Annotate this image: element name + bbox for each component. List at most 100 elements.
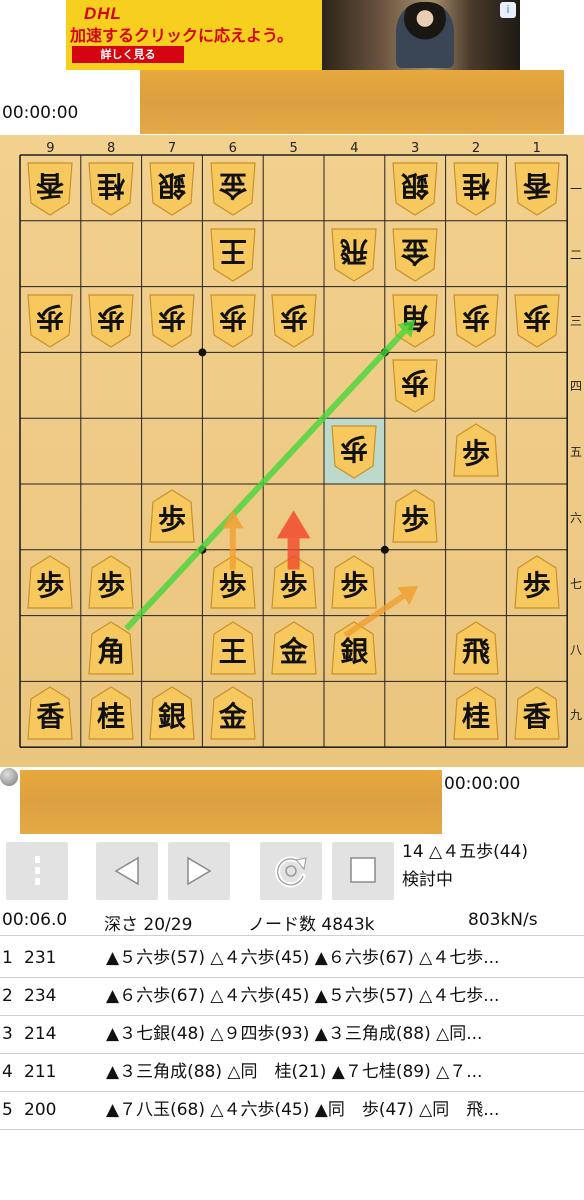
pv-rank: 4 xyxy=(2,1062,13,1082)
back-button[interactable] xyxy=(96,842,158,900)
sente-piece[interactable]: 歩 xyxy=(85,554,137,612)
gote-piece[interactable]: 歩 xyxy=(389,356,441,414)
elapsed-time: 00:06.0 xyxy=(2,910,68,930)
gote-piece[interactable]: 銀 xyxy=(146,159,198,217)
gote-piece[interactable]: 歩 xyxy=(450,291,502,349)
gote-piece[interactable]: 歩 xyxy=(207,291,259,349)
gote-piece[interactable]: 金 xyxy=(207,159,259,217)
star-point xyxy=(198,545,207,554)
sente-piece[interactable]: 香 xyxy=(511,685,563,743)
turn-indicator-icon xyxy=(0,768,18,786)
sente-piece[interactable]: 歩 xyxy=(328,554,380,612)
gote-piece[interactable]: 銀 xyxy=(389,159,441,217)
sente-piece[interactable]: 金 xyxy=(207,685,259,743)
move-info: 14 △４五歩(44) 検討中 xyxy=(402,838,528,894)
gote-piece[interactable]: 飛 xyxy=(328,225,380,283)
pv-score: 234 xyxy=(24,986,57,1006)
sente-piece[interactable]: 歩 xyxy=(207,554,259,612)
piece-label: 香 xyxy=(522,700,551,734)
star-point xyxy=(380,545,389,554)
pv-row[interactable]: 4 211 ▲３三角成(88) △同 桂(21) ▲７七桂(89) △７... xyxy=(0,1054,584,1092)
pv-row[interactable]: 5 200 ▲７八玉(68) △４六歩(45) ▲同 歩(47) △同 飛... xyxy=(0,1092,584,1130)
piece-label: 香 xyxy=(522,168,551,202)
pv-score: 231 xyxy=(24,948,57,968)
pv-line: ▲５六歩(57) △４六歩(45) ▲６六歩(67) △４七歩... xyxy=(106,948,500,968)
piece-label: 桂 xyxy=(461,700,490,734)
gote-timer: 00:00:00 xyxy=(2,103,79,123)
shogi-board[interactable]: 987654321 一二三四五六七八九 香桂銀金銀桂香王飛金歩歩歩歩歩角歩歩歩歩… xyxy=(0,135,584,767)
piece-label: 銀 xyxy=(340,634,369,668)
gote-piece[interactable]: 歩 xyxy=(24,291,76,349)
node-count: ノード数 4843k xyxy=(248,915,375,935)
sente-piece[interactable]: 歩 xyxy=(511,554,563,612)
ad-headline: 加速するクリックに応えよう。 xyxy=(70,26,294,45)
sente-piece[interactable]: 角 xyxy=(85,620,137,678)
gote-piece[interactable]: 王 xyxy=(207,225,259,283)
gote-piece[interactable]: 金 xyxy=(389,225,441,283)
piece-label: 歩 xyxy=(97,300,126,334)
gote-piece[interactable]: 歩 xyxy=(268,291,320,349)
piece-label: 王 xyxy=(218,234,247,268)
analysis-refresh-icon xyxy=(275,856,307,888)
piece-label: 歩 xyxy=(340,568,369,602)
piece-label: 歩 xyxy=(36,568,65,602)
forward-triangle-icon xyxy=(187,856,212,886)
sente-piece[interactable]: 桂 xyxy=(450,685,502,743)
gote-piece[interactable]: 歩 xyxy=(85,291,137,349)
sente-piece[interactable]: 歩 xyxy=(268,554,320,612)
sente-piece[interactable]: 香 xyxy=(24,685,76,743)
gote-piece[interactable]: 角 xyxy=(389,291,441,349)
sente-piece[interactable]: 飛 xyxy=(450,620,502,678)
gote-piece-stand[interactable] xyxy=(140,70,564,134)
stop-square-icon xyxy=(350,857,376,883)
gote-piece[interactable]: 香 xyxy=(24,159,76,217)
piece-label: 歩 xyxy=(401,366,430,400)
piece-label: 歩 xyxy=(36,300,65,334)
pv-row[interactable]: 2 234 ▲６六歩(67) △４六歩(45) ▲５六歩(57) △４七歩... xyxy=(0,978,584,1016)
pv-line: ▲３三角成(88) △同 桂(21) ▲７七桂(89) △７... xyxy=(106,1062,483,1082)
piece-label: 歩 xyxy=(522,300,551,334)
gote-piece[interactable]: 歩 xyxy=(146,291,198,349)
piece-label: 王 xyxy=(218,634,247,668)
piece-label: 銀 xyxy=(157,700,186,734)
star-point xyxy=(198,348,207,357)
piece-label: 飛 xyxy=(340,234,369,268)
pv-row[interactable]: 3 214 ▲３七銀(48) △９四歩(93) ▲３三角成(88) △同... xyxy=(0,1016,584,1054)
gote-piece[interactable]: 香 xyxy=(511,159,563,217)
forward-button[interactable] xyxy=(168,842,230,900)
gote-piece[interactable]: 歩 xyxy=(328,422,380,480)
sente-piece-stand[interactable] xyxy=(20,770,442,834)
sente-piece[interactable]: 金 xyxy=(268,620,320,678)
stop-button[interactable] xyxy=(332,842,394,900)
pv-rank: 3 xyxy=(2,1024,13,1044)
pv-line: ▲６六歩(67) △４六歩(45) ▲５六歩(57) △４七歩... xyxy=(106,986,500,1006)
sente-piece[interactable]: 歩 xyxy=(146,488,198,546)
gote-piece[interactable]: 桂 xyxy=(85,159,137,217)
analyze-button[interactable] xyxy=(260,842,322,900)
pv-row[interactable]: 1 231 ▲５六歩(57) △４六歩(45) ▲６六歩(67) △４七歩... xyxy=(0,940,584,978)
ad-person-image xyxy=(396,2,454,68)
info-icon[interactable]: i xyxy=(500,2,516,18)
piece-label: 桂 xyxy=(97,700,126,734)
piece-label: 金 xyxy=(218,700,247,734)
piece-label: 金 xyxy=(279,634,308,668)
pv-rank: 5 xyxy=(2,1100,13,1120)
piece-label: 歩 xyxy=(522,568,551,602)
sente-piece[interactable]: 歩 xyxy=(24,554,76,612)
sente-piece[interactable]: 桂 xyxy=(85,685,137,743)
sente-piece[interactable]: 王 xyxy=(207,620,259,678)
menu-button[interactable] xyxy=(6,842,68,900)
sente-piece[interactable]: 歩 xyxy=(450,422,502,480)
ad-details-button[interactable]: 詳しく見る xyxy=(72,46,184,63)
ad-logo: DHL xyxy=(84,4,122,23)
piece-label: 歩 xyxy=(461,437,490,471)
menu-icon xyxy=(35,856,40,885)
pv-line: ▲７八玉(68) △４六歩(45) ▲同 歩(47) △同 飛... xyxy=(106,1100,500,1120)
ad-banner[interactable]: DHL 加速するクリックに応えよう。 詳しく見る i xyxy=(66,0,520,70)
gote-piece[interactable]: 歩 xyxy=(511,291,563,349)
gote-piece[interactable]: 桂 xyxy=(450,159,502,217)
piece-label: 飛 xyxy=(461,634,490,668)
sente-piece[interactable]: 歩 xyxy=(389,488,441,546)
sente-piece[interactable]: 銀 xyxy=(146,685,198,743)
sente-piece[interactable]: 銀 xyxy=(328,620,380,678)
